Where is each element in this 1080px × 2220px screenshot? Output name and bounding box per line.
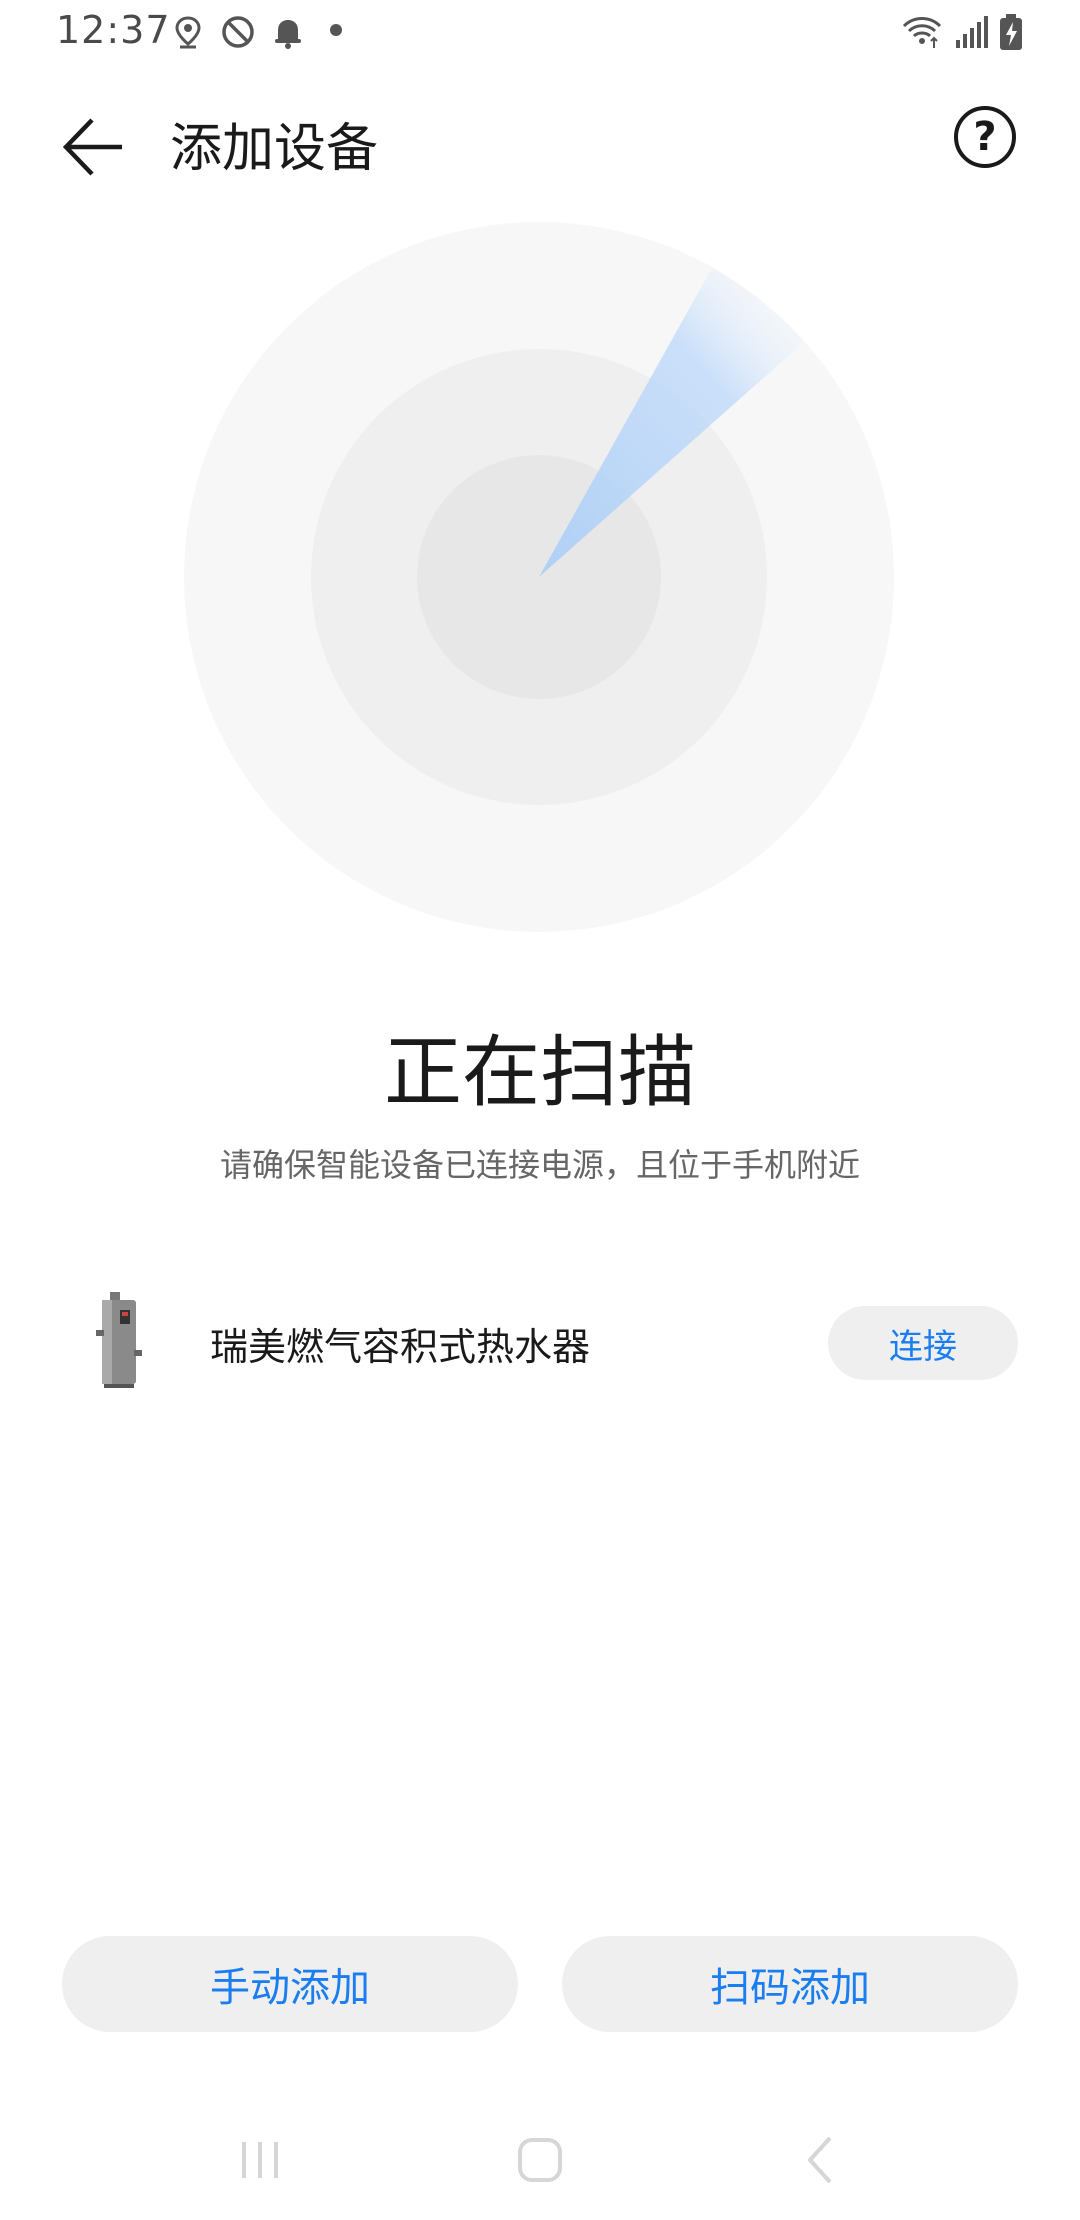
status-time: 12:37 [56, 8, 171, 52]
page-title: 添加设备 [170, 119, 379, 179]
app-bar: 添加设备 ? [0, 80, 1080, 200]
notification-dot-icon [330, 24, 342, 36]
status-bar: 12:37 [0, 0, 1080, 64]
scan-hint-text: 请确保智能设备已连接电源，且位于手机附近 [219, 1146, 860, 1184]
recent-apps-icon[interactable] [230, 2130, 290, 2190]
home-icon[interactable] [510, 2130, 570, 2190]
scan-status-title: 正在扫描 [383, 1028, 696, 1118]
connect-button[interactable]: 连接 [828, 1306, 1018, 1380]
water-heater-image [96, 1292, 142, 1388]
back-nav-icon[interactable] [792, 2130, 852, 2190]
battery-charging-icon [1000, 14, 1022, 50]
help-icon: ? [973, 114, 997, 160]
device-list-item[interactable]: 瑞美燃气容积式热水器 连接 [0, 1290, 1080, 1400]
add-device-screen: 12:37 添加设备 ? 正在扫描 请确保智能设备已连接电源，且位于手机附近 瑞… [0, 0, 1080, 2220]
no-disturb-icon [222, 16, 254, 48]
device-name: 瑞美燃气容积式热水器 [210, 1325, 591, 1369]
system-nav-bar [0, 2120, 1080, 2220]
scan-code-add-button[interactable]: 扫码添加 [562, 1936, 1018, 2032]
back-arrow-icon[interactable] [52, 102, 142, 192]
location-icon [175, 16, 201, 49]
signal-icon [956, 16, 988, 48]
bell-icon [275, 20, 301, 49]
help-button[interactable]: ? [954, 106, 1016, 168]
wifi-icon [902, 17, 942, 48]
radar-scan-graphic [184, 222, 894, 932]
manual-add-button[interactable]: 手动添加 [62, 1936, 518, 2032]
